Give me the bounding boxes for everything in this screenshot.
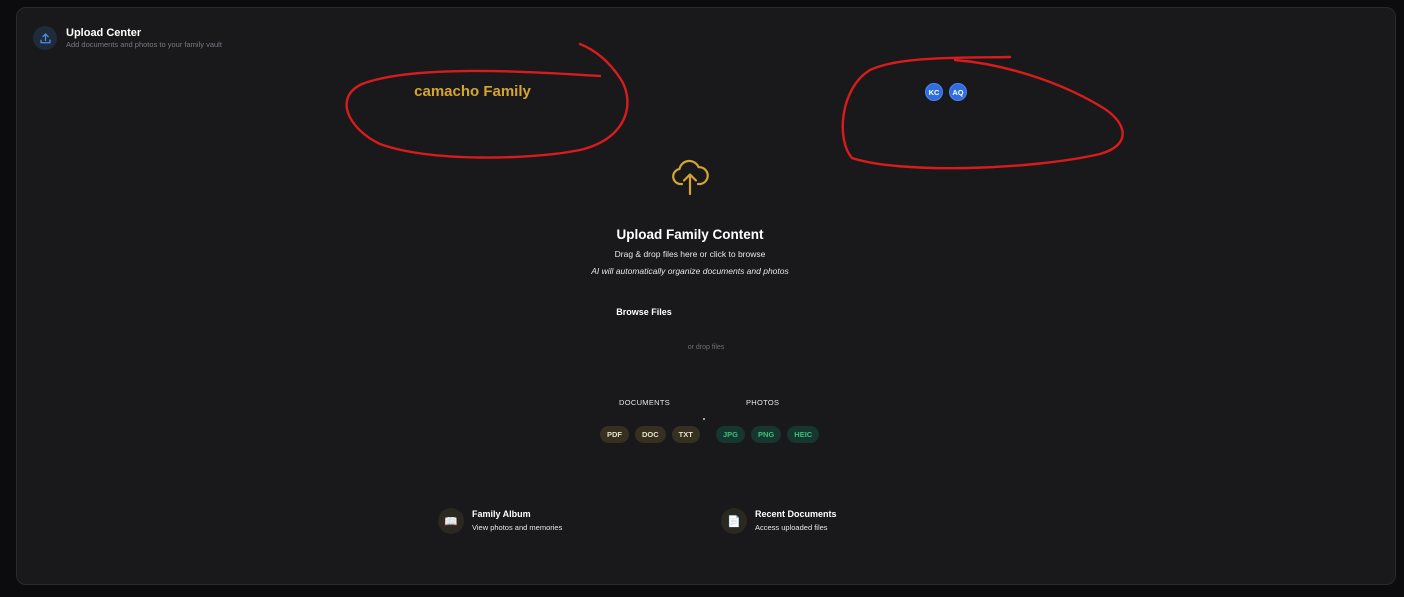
link-subtitle: View photos and memories	[472, 523, 563, 532]
page-title: Upload Center	[66, 27, 142, 39]
browse-files-button[interactable]: Browse Files	[598, 302, 690, 322]
link-title: Family Album	[472, 509, 531, 519]
document-icon: 📄	[721, 508, 747, 534]
upload-center-panel: Upload Center Add documents and photos t…	[16, 7, 1396, 585]
avatar[interactable]: AQ	[949, 83, 967, 101]
file-type-chip: PDF	[600, 426, 629, 443]
photo-types: JPG PNG HEIC	[716, 426, 820, 443]
link-title: Recent Documents	[755, 509, 837, 519]
page-header: Upload Center Add documents and photos t…	[33, 26, 222, 50]
upload-icon	[33, 26, 57, 50]
separator-dot	[703, 418, 705, 420]
file-type-chip: DOC	[635, 426, 666, 443]
drag-drop-hint: Drag & drop files here or click to brows…	[614, 249, 766, 259]
member-avatars: KC AQ	[925, 83, 967, 101]
documents-label: DOCUMENTS	[619, 398, 671, 407]
file-type-chip: TXT	[671, 426, 700, 443]
upload-title: Upload Family Content	[616, 227, 764, 242]
page-subtitle: Add documents and photos to your family …	[66, 40, 222, 49]
document-types: PDF DOC TXT	[600, 426, 700, 443]
file-type-chip: JPG	[716, 426, 746, 443]
cloud-upload-icon	[672, 159, 709, 196]
file-type-chip: HEIC	[787, 426, 820, 443]
family-name: camacho Family	[414, 83, 531, 100]
recent-documents-link[interactable]: 📄 Recent Documents Access uploaded files	[721, 508, 837, 534]
book-icon: 📖	[438, 508, 464, 534]
family-album-link[interactable]: 📖 Family Album View photos and memories	[438, 508, 562, 534]
ai-organize-note: AI will automatically organize documents…	[591, 266, 789, 276]
file-type-chip: PNG	[751, 426, 782, 443]
avatar[interactable]: KC	[925, 83, 943, 101]
link-subtitle: Access uploaded files	[755, 523, 828, 532]
photos-label: PHOTOS	[746, 398, 780, 407]
upload-dropzone[interactable]: Upload Family Content Drag & drop files …	[540, 155, 840, 276]
or-drop-files-text: or drop files	[687, 344, 725, 351]
